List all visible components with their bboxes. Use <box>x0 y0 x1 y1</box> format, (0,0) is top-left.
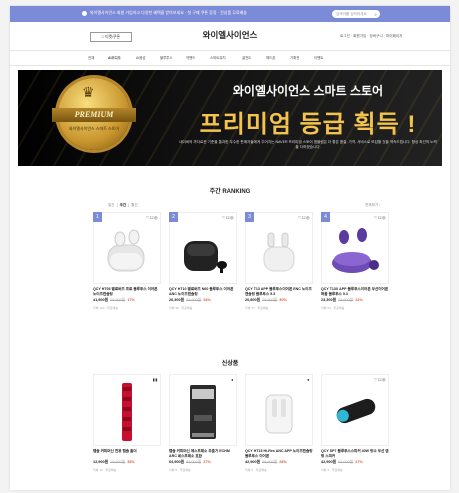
earbuds-case-image <box>265 394 293 434</box>
product-image[interactable] <box>321 212 389 284</box>
product-price: 20,800원 29,900원 30% <box>245 298 287 302</box>
main-banner[interactable]: ♛ PREMIUM 와이엘사이언스 스마트 스토어 와이엘사이언스 스마트 스토… <box>18 70 442 166</box>
megaphone-icon <box>82 11 87 16</box>
coupon-button[interactable]: □ 티켓/쿠폰 <box>90 32 132 42</box>
capsule-holder-image <box>122 383 132 441</box>
product-name[interactable]: 캡슐 커피머신 전용 캡슐 홀더 <box>93 449 161 454</box>
nav-item[interactable]: 이벤트 <box>314 55 323 60</box>
product-meta: 리뷰 54 · 무료배송 <box>321 306 345 310</box>
wishlist-icon[interactable]: ♡☐◎ <box>374 377 386 382</box>
product-meta: 리뷰 77 · 무료배송 <box>245 306 269 310</box>
banner-title: 와이엘사이언스 스마트 스토어 <box>232 84 384 98</box>
tab-weekly[interactable]: 주간 <box>120 203 127 207</box>
product-name[interactable]: QCY HT05 멜로버즈 프로 블루투스 이어폰 노이즈캔슬링 <box>93 287 161 297</box>
top-notice-text[interactable]: 와이엘사이언스 회원 가입하고 다양한 혜택을 받아보세요 · 첫 구매 쿠폰 … <box>90 10 247 16</box>
premium-badge: ♛ PREMIUM 와이엘사이언스 스마트 스토어 <box>52 78 136 150</box>
product-price: 41,900원 49,900원 17% <box>93 298 135 302</box>
product-meta: 리뷰 3 · 무료배송 <box>321 468 343 472</box>
badge-sub: 와이엘사이언스 스마트 스토어 <box>68 126 120 131</box>
page: 와이엘사이언스 회원 가입하고 다양한 혜택을 받아보세요 · 첫 구매 쿠폰 … <box>10 6 450 490</box>
tab-daily[interactable]: 일간 <box>108 203 115 207</box>
product-meta: 리뷰 5 · 무료배송 <box>245 468 267 472</box>
ranking-tabs: 일간 | 주간 | 월간 <box>108 203 138 207</box>
product-image[interactable] <box>245 212 313 284</box>
banner-headline: 프리미엄 등급 획득 ! <box>199 111 417 138</box>
product-price: 42,900원 59,000원 27% <box>321 460 363 464</box>
product-price: 12,900원 19,900원 35% <box>93 460 135 464</box>
wishlist-icon[interactable]: ● <box>307 377 310 382</box>
rank-badge: 4 <box>321 212 330 222</box>
product-meta: 리뷰 98 · 무료배송 <box>169 306 193 310</box>
wishlist-icon[interactable]: ▮▮ <box>153 377 158 382</box>
nav-item[interactable]: 넥밴드 <box>186 55 195 60</box>
nav-item[interactable]: 스마트워치 <box>210 55 226 60</box>
earbuds-white-image <box>107 229 145 272</box>
nav-item[interactable]: 기획전 <box>290 55 299 60</box>
speaker-image <box>336 398 376 424</box>
nav-item[interactable]: AI오디오 <box>108 55 121 60</box>
product-image[interactable] <box>169 212 237 284</box>
product-image[interactable] <box>321 374 389 446</box>
wishlist-icon[interactable]: ♡☐◎ <box>222 215 234 220</box>
product-image[interactable] <box>93 374 161 446</box>
product-name[interactable]: QCY HT15 Hi-Res ANC APP 노이즈캔슬링 블루투스 이어폰 <box>245 449 313 459</box>
nav-item[interactable]: AI음성 <box>136 55 145 60</box>
product-price: 26,300원 39,900원 34% <box>169 298 211 302</box>
nav-item[interactable]: 전체 <box>88 55 94 60</box>
nav-item[interactable]: 헤드폰 <box>266 55 275 60</box>
product-meta: 리뷰 12 · 무료배송 <box>93 468 117 472</box>
product-image[interactable] <box>93 212 161 284</box>
rank-badge: 3 <box>245 212 254 222</box>
product-name[interactable]: QCY SP7 블루투스스피커 40W 방수 무선 캠핑 스피커 <box>321 449 389 459</box>
product-image[interactable] <box>245 374 313 446</box>
util-menu[interactable]: 로그인 · 회원가입 · 장바구니 · 마이페이지 <box>340 34 402 39</box>
badge-word: PREMIUM <box>52 108 136 122</box>
product-name[interactable]: QCY HT10 멜로버즈 N60 블루투스 이어폰 ANC 노이즈캔슬링 <box>169 287 237 297</box>
main-nav: 전체 AI오디오 AI음성 블루투스 넥밴드 스마트워치 골전도 헤드폰 기획전… <box>10 50 450 66</box>
earbuds-black-image <box>184 241 227 273</box>
new-products-title: 신상품 <box>221 361 239 367</box>
search-placeholder: 검색어를 입력하세요 <box>336 12 367 16</box>
store-logo[interactable]: 와이엘사이언스 <box>170 29 290 41</box>
product-price: 42,900원 59,900원 28% <box>245 460 287 464</box>
wishlist-icon[interactable]: ♡☐◎ <box>146 215 158 220</box>
header: □ 티켓/쿠폰 와이엘사이언스 로그인 · 회원가입 · 장바구니 · 마이페이… <box>10 22 450 50</box>
nav-item[interactable]: 골전도 <box>242 55 251 60</box>
nav-item[interactable]: 블루투스 <box>160 55 172 60</box>
rank-badge: 2 <box>169 212 178 222</box>
product-image[interactable] <box>169 374 237 446</box>
wishlist-icon[interactable]: ♡☐◎ <box>298 215 310 220</box>
top-notice-bar: 와이엘사이언스 회원 가입하고 다양한 혜택을 받아보세요 · 첫 구매 쿠폰 … <box>10 6 450 22</box>
product-meta: 리뷰 123 · 무료배송 <box>93 306 119 310</box>
ranking-more-link[interactable]: 전체보기 › <box>365 203 380 208</box>
earbuds-light-image <box>263 232 295 272</box>
product-name[interactable]: QCY T13 APP 블루투스이어폰 ENC 노이즈캔슬링 블루투스 5.3 <box>245 287 313 297</box>
banner-pagination <box>224 158 264 163</box>
product-name[interactable]: 캡슐 커피머신 에스프레소 추출기 ECHM ARC 네스프레소 호환 <box>169 449 237 459</box>
product-price: 23,300원 29,900원 22% <box>321 298 363 302</box>
product-price: 64,900원 89,000원 27% <box>169 460 211 464</box>
earbuds-purple-image <box>332 228 379 273</box>
search-icon[interactable]: ⌕ <box>374 11 377 19</box>
tab-monthly[interactable]: 월간 <box>131 203 138 207</box>
product-meta: 리뷰 8 · 무료배송 <box>169 468 191 472</box>
product-name[interactable]: QCY T13X APP 블루투스이어폰 무선이어폰 퍼플 블루투스 5.3 <box>321 287 389 297</box>
wishlist-icon[interactable]: ● <box>231 377 234 382</box>
ranking-title: 주간 RANKING <box>209 189 251 195</box>
search-input[interactable]: 검색어를 입력하세요 ⌕ <box>332 10 380 18</box>
wishlist-icon[interactable]: ♡☐◎ <box>374 215 386 220</box>
coffee-machine-image <box>190 385 216 439</box>
banner-desc: 네이버의 까다로운 기준을 통과한 우수한 판매자들에게 주어지는 NAVER … <box>179 140 437 149</box>
crown-icon: ♛ <box>82 84 95 100</box>
rank-badge: 1 <box>93 212 102 222</box>
